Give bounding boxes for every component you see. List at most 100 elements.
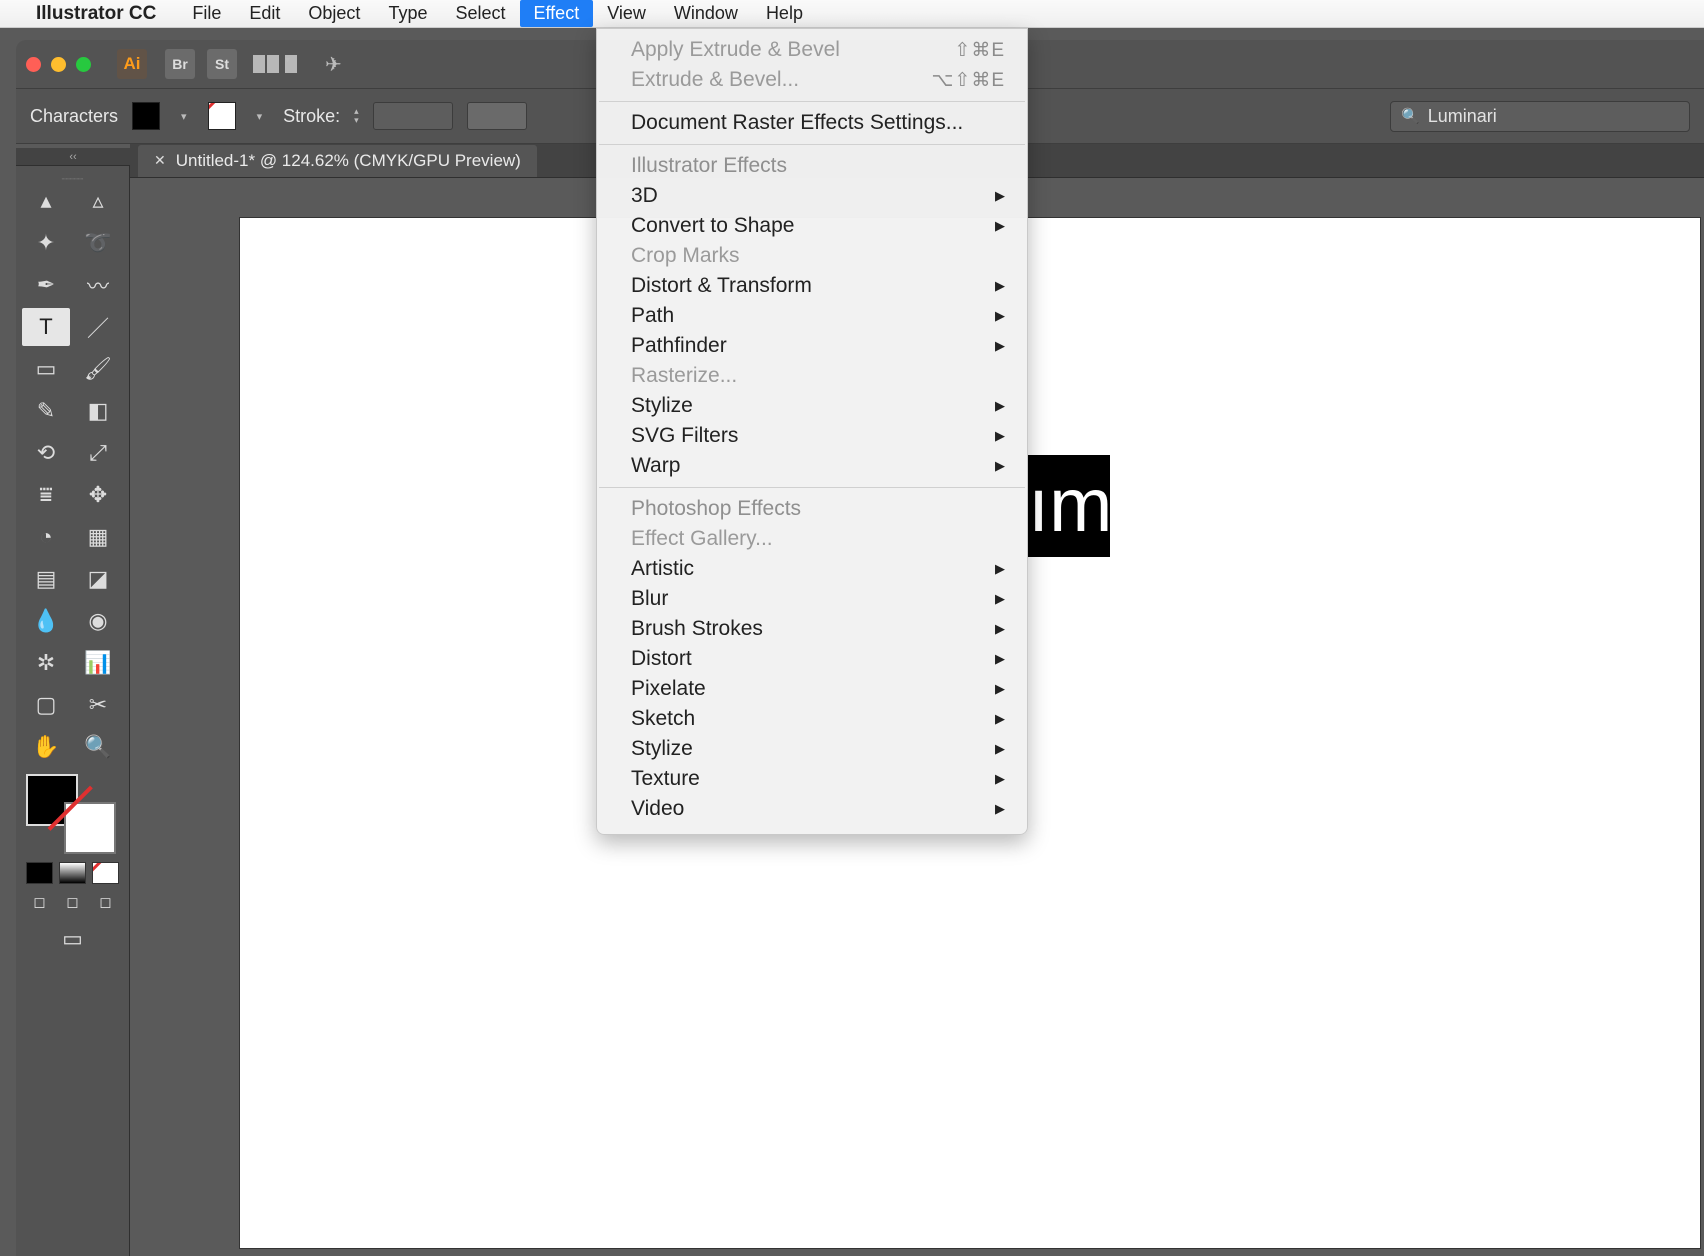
menu-item-rasterize-: Rasterize... — [597, 361, 1027, 391]
stroke-weight-stepper[interactable]: ▴▾ — [354, 107, 359, 125]
draw-inside[interactable]: ◻ — [92, 890, 119, 914]
font-search[interactable]: 🔍 Luminari — [1390, 101, 1690, 132]
draw-behind[interactable]: ◻ — [59, 890, 86, 914]
menu-object[interactable]: Object — [294, 0, 374, 27]
color-mode-none[interactable] — [92, 862, 119, 884]
menu-window[interactable]: Window — [660, 0, 752, 27]
screen-mode-button[interactable]: ▭ — [49, 922, 97, 956]
stroke-swatch[interactable] — [208, 102, 236, 130]
menu-item-texture[interactable]: Texture▶ — [597, 764, 1027, 794]
eyedropper-tool[interactable]: 💧 — [22, 602, 70, 640]
menu-item-pathfinder[interactable]: Pathfinder▶ — [597, 331, 1027, 361]
magic-wand-tool[interactable]: ✦ — [22, 224, 70, 262]
search-icon: 🔍 — [1401, 107, 1420, 125]
zoom-window-button[interactable] — [76, 57, 91, 72]
menu-item-distort-transform[interactable]: Distort & Transform▶ — [597, 271, 1027, 301]
fill-swatch[interactable] — [132, 102, 160, 130]
color-mode-solid[interactable] — [26, 862, 53, 884]
menu-item-convert-to-shape[interactable]: Convert to Shape▶ — [597, 211, 1027, 241]
toolbox-collapse-handle[interactable]: ‹‹ — [16, 148, 130, 166]
menu-item-distort[interactable]: Distort▶ — [597, 644, 1027, 674]
menu-effect[interactable]: Effect — [520, 0, 594, 27]
column-graph-tool[interactable]: 📊 — [74, 644, 122, 682]
rotate-tool[interactable]: ⟲ — [22, 434, 70, 472]
selection-mode-label: Characters — [30, 106, 118, 127]
menu-item-stylize[interactable]: Stylize▶ — [597, 734, 1027, 764]
gpu-performance-icon[interactable]: ✈ — [325, 52, 342, 77]
menu-separator — [599, 487, 1025, 488]
menu-item-effect-gallery: Effect Gallery... — [597, 524, 1027, 554]
shaper-tool[interactable]: ✎ — [22, 392, 70, 430]
gradient-tool[interactable]: ◪ — [74, 560, 122, 598]
fill-stroke-indicator[interactable] — [26, 774, 116, 854]
stroke-indicator[interactable] — [64, 802, 116, 854]
hand-tool[interactable]: ✋ — [22, 728, 70, 766]
color-mode-gradient[interactable] — [59, 862, 86, 884]
close-tab-icon[interactable]: ✕ — [154, 152, 166, 169]
bridge-button[interactable]: Br — [165, 49, 195, 79]
fill-dropdown[interactable]: ▾ — [174, 109, 194, 124]
slice-tool[interactable]: ✂ — [74, 686, 122, 724]
shape-builder-tool[interactable]: ◔ — [22, 518, 70, 556]
curvature-tool[interactable]: 〰 — [74, 266, 122, 304]
menu-select[interactable]: Select — [441, 0, 519, 27]
menu-item-raster-settings[interactable]: Document Raster Effects Settings... — [597, 108, 1027, 138]
font-search-value: Luminari — [1428, 106, 1497, 127]
lasso-tool[interactable]: ➰ — [74, 224, 122, 262]
menu-item-blur[interactable]: Blur▶ — [597, 584, 1027, 614]
menu-header-photoshop: Photoshop Effects — [597, 494, 1027, 524]
menu-item-warp[interactable]: Warp▶ — [597, 451, 1027, 481]
type-tool[interactable]: T — [22, 308, 70, 346]
menu-view[interactable]: View — [593, 0, 660, 27]
scale-tool[interactable]: ⤢ — [74, 434, 122, 472]
menu-header-illustrator: Illustrator Effects — [597, 151, 1027, 181]
blend-tool[interactable]: ◉ — [74, 602, 122, 640]
menu-help[interactable]: Help — [752, 0, 817, 27]
zoom-tool[interactable]: 🔍 — [74, 728, 122, 766]
draw-normal[interactable]: ◻ — [26, 890, 53, 914]
menu-item-stylize[interactable]: Stylize▶ — [597, 391, 1027, 421]
menu-separator — [599, 101, 1025, 102]
selection-tool[interactable]: ▴ — [22, 182, 70, 220]
toolbox: ┈┈┈┈ ▴▵ ✦➰ ✒〰 T／ ▭🖌 ✎◧ ⟲⤢ ⩸✥ ◔▦ ▤◪ 💧◉ ✲📊… — [16, 166, 130, 1256]
menu-item-apply-extrude-bevel: Apply Extrude & Bevel⇧⌘E — [597, 35, 1027, 65]
stock-button[interactable]: St — [207, 49, 237, 79]
menu-item-video[interactable]: Video▶ — [597, 794, 1027, 824]
mesh-tool[interactable]: ▤ — [22, 560, 70, 598]
free-transform-tool[interactable]: ✥ — [74, 476, 122, 514]
menu-item-svg-filters[interactable]: SVG Filters▶ — [597, 421, 1027, 451]
paintbrush-tool[interactable]: 🖌 — [74, 350, 122, 388]
line-segment-tool[interactable]: ／ — [74, 308, 122, 346]
menu-item-sketch[interactable]: Sketch▶ — [597, 704, 1027, 734]
menu-item-pixelate[interactable]: Pixelate▶ — [597, 674, 1027, 704]
menu-item-path[interactable]: Path▶ — [597, 301, 1027, 331]
menu-separator — [599, 144, 1025, 145]
menu-item-artistic[interactable]: Artistic▶ — [597, 554, 1027, 584]
stroke-dropdown[interactable]: ▾ — [250, 109, 270, 124]
symbol-sprayer-tool[interactable]: ✲ — [22, 644, 70, 682]
perspective-grid-tool[interactable]: ▦ — [74, 518, 122, 556]
menu-item-3d[interactable]: 3D▶ — [597, 181, 1027, 211]
eraser-tool[interactable]: ◧ — [74, 392, 122, 430]
grip-icon[interactable]: ┈┈┈┈ — [22, 174, 123, 182]
width-tool[interactable]: ⩸ — [22, 476, 70, 514]
arrange-documents-button[interactable]: ▾ — [249, 53, 301, 75]
menu-edit[interactable]: Edit — [235, 0, 294, 27]
app-name: Illustrator CC — [36, 3, 156, 25]
rectangle-tool[interactable]: ▭ — [22, 350, 70, 388]
direct-selection-tool[interactable]: ▵ — [74, 182, 122, 220]
window-controls — [26, 57, 91, 72]
menu-item-brush-strokes[interactable]: Brush Strokes▶ — [597, 614, 1027, 644]
brush-definition[interactable] — [467, 102, 527, 130]
close-window-button[interactable] — [26, 57, 41, 72]
pen-tool[interactable]: ✒ — [22, 266, 70, 304]
text-object[interactable]: ım — [1028, 455, 1110, 557]
document-tab[interactable]: ✕ Untitled-1* @ 124.62% (CMYK/GPU Previe… — [138, 145, 537, 177]
menu-type[interactable]: Type — [374, 0, 441, 27]
menu-file[interactable]: File — [178, 0, 235, 27]
stroke-weight-select[interactable] — [373, 102, 453, 130]
artboard-tool[interactable]: ▢ — [22, 686, 70, 724]
macos-menubar: Illustrator CC FileEditObjectTypeSelectE… — [0, 0, 1704, 28]
document-tab-title: Untitled-1* @ 124.62% (CMYK/GPU Preview) — [176, 151, 521, 171]
minimize-window-button[interactable] — [51, 57, 66, 72]
